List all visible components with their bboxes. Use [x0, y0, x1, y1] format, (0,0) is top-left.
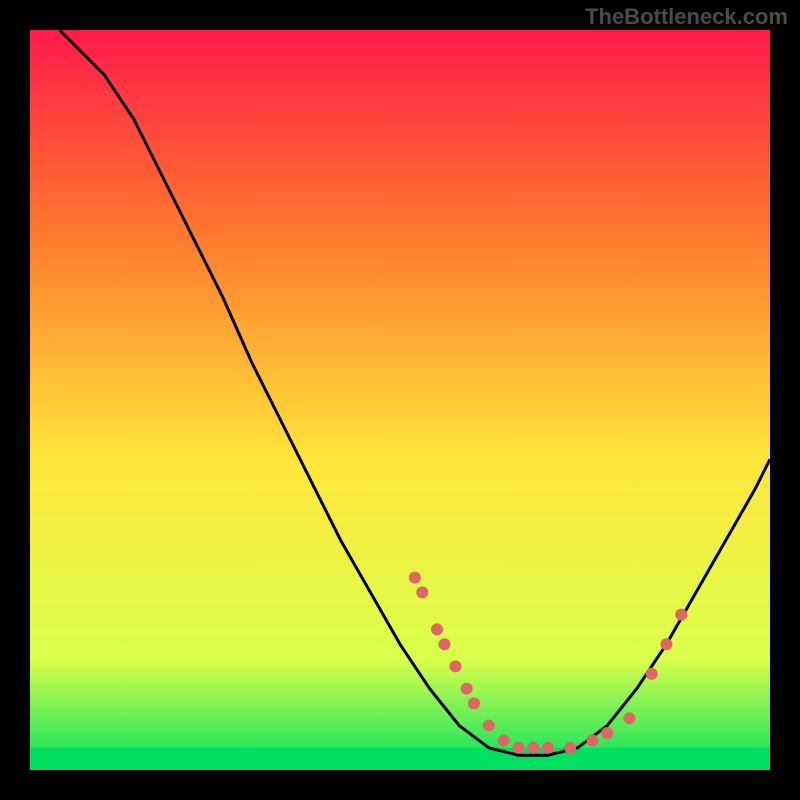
watermark-text: TheBottleneck.com — [585, 4, 788, 30]
data-marker — [450, 660, 462, 672]
data-marker — [675, 609, 687, 621]
green-band — [30, 748, 770, 770]
data-marker — [564, 742, 576, 754]
chart-svg — [30, 30, 770, 770]
data-marker — [409, 572, 421, 584]
data-marker — [483, 720, 495, 732]
data-marker — [498, 734, 510, 746]
data-marker — [646, 668, 658, 680]
data-marker — [512, 742, 524, 754]
data-marker — [542, 742, 554, 754]
data-marker — [416, 586, 428, 598]
data-marker — [468, 697, 480, 709]
data-marker — [438, 638, 450, 650]
data-marker — [623, 712, 635, 724]
data-marker — [601, 727, 613, 739]
plot-background — [30, 30, 770, 770]
data-marker — [660, 638, 672, 650]
data-marker — [461, 683, 473, 695]
chart-container — [30, 30, 770, 770]
data-marker — [431, 623, 443, 635]
data-marker — [586, 734, 598, 746]
data-marker — [527, 742, 539, 754]
